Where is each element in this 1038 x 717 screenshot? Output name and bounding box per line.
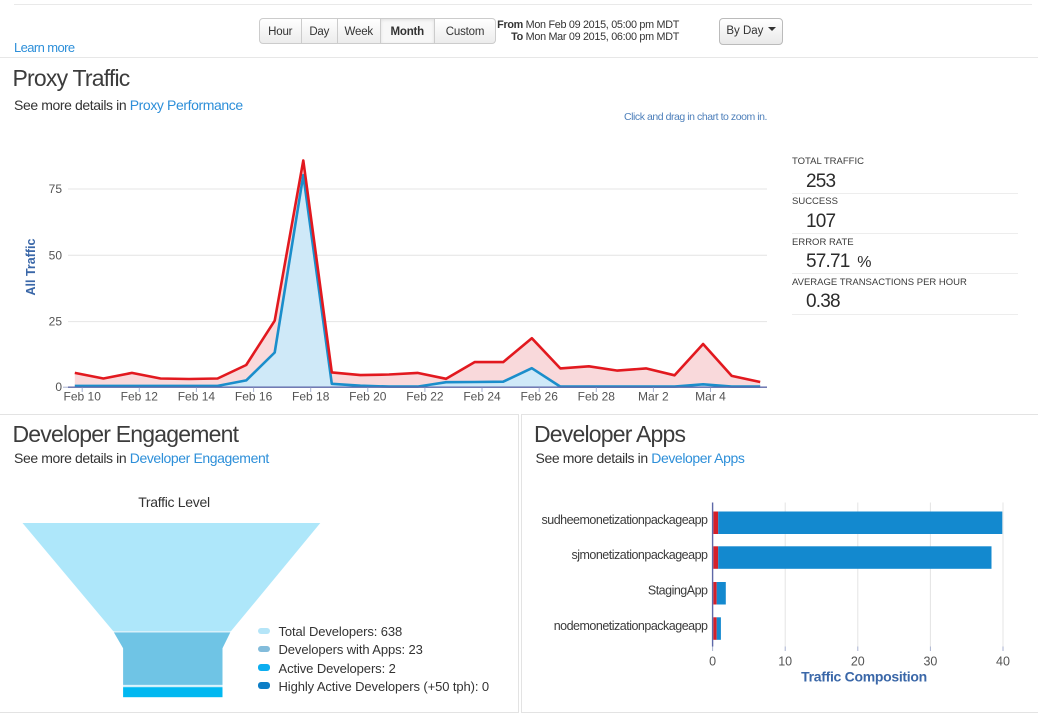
svg-text:Feb 16: Feb 16 (235, 390, 273, 404)
svg-text:Feb 26: Feb 26 (521, 390, 559, 404)
svg-text:10: 10 (778, 655, 792, 669)
svg-text:50: 50 (49, 248, 63, 262)
svg-text:30: 30 (923, 655, 937, 669)
svg-text:Feb 18: Feb 18 (292, 390, 330, 404)
svg-text:Feb 14: Feb 14 (178, 390, 216, 404)
svg-text:sudheemonetizationpackageapp: sudheemonetizationpackageapp (542, 513, 709, 527)
svg-text:Feb 28: Feb 28 (578, 390, 616, 404)
svg-text:0: 0 (55, 380, 62, 394)
svg-text:Mar 2: Mar 2 (638, 390, 669, 404)
svg-text:StagingApp: StagingApp (648, 584, 708, 598)
svg-text:Traffic Composition: Traffic Composition (801, 669, 927, 685)
svg-text:Feb 12: Feb 12 (121, 390, 159, 404)
svg-text:0: 0 (709, 655, 716, 669)
svg-text:Feb 22: Feb 22 (406, 390, 444, 404)
svg-text:Feb 24: Feb 24 (463, 390, 501, 404)
svg-text:75: 75 (49, 182, 63, 196)
svg-text:20: 20 (851, 655, 865, 669)
svg-text:All Traffic: All Traffic (24, 238, 38, 295)
svg-text:Feb 10: Feb 10 (64, 390, 102, 404)
svg-text:Mar 4: Mar 4 (695, 390, 726, 404)
svg-text:40: 40 (996, 655, 1010, 669)
svg-text:sjmonetizationpackageapp: sjmonetizationpackageapp (571, 548, 708, 562)
svg-text:nodemonetizationpackageapp: nodemonetizationpackageapp (554, 619, 708, 633)
svg-text:25: 25 (49, 315, 63, 329)
svg-text:Feb 20: Feb 20 (349, 390, 387, 404)
